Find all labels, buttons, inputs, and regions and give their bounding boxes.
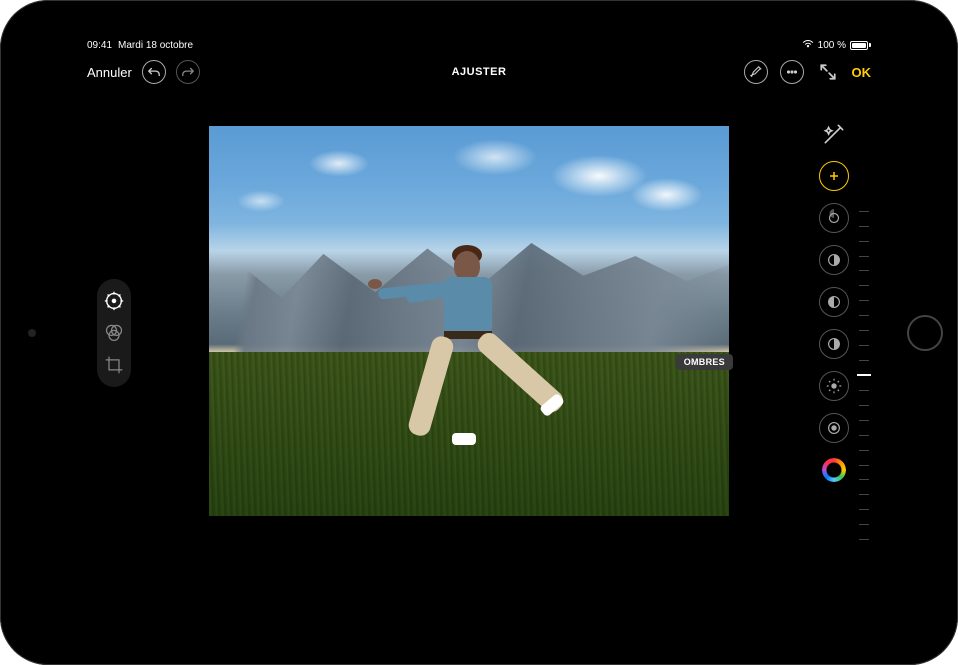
contrast-icon	[825, 335, 843, 353]
shadows-button[interactable]	[819, 287, 849, 317]
brilliance-icon	[825, 209, 843, 227]
more-button[interactable]	[780, 60, 804, 84]
crop-mode-button[interactable]	[100, 350, 128, 378]
brightness-button[interactable]	[819, 371, 849, 401]
brilliance-button[interactable]	[819, 203, 849, 233]
done-button[interactable]: OK	[852, 65, 872, 80]
photo-subject	[396, 243, 566, 463]
brightness-icon	[825, 377, 843, 395]
contrast-button[interactable]	[819, 329, 849, 359]
adjust-dial-icon	[103, 289, 125, 311]
mode-switcher	[97, 278, 131, 386]
status-date: Mardi 18 octobre	[118, 40, 193, 51]
blackpoint-icon	[825, 419, 843, 437]
fullscreen-icon	[819, 63, 837, 81]
crop-icon	[104, 354, 124, 374]
cancel-button[interactable]: Annuler	[87, 65, 132, 80]
saturation-button[interactable]	[819, 455, 849, 485]
editor-toolbar: Annuler AJUSTER OK	[79, 53, 879, 91]
exposure-icon	[826, 168, 842, 184]
adjustment-slider[interactable]	[857, 211, 871, 540]
adjust-mode-button[interactable]	[100, 286, 128, 314]
filters-icon	[104, 322, 124, 342]
highlights-icon	[825, 251, 843, 269]
battery-percent: 100 %	[818, 40, 846, 51]
ipad-device-frame: 09:41 Mardi 18 octobre 100 % Annuler	[0, 0, 958, 665]
wifi-icon	[802, 39, 814, 51]
mode-title: AJUSTER	[452, 66, 507, 78]
adjustment-list	[819, 119, 849, 485]
home-button[interactable]	[907, 315, 943, 351]
redo-icon	[181, 65, 195, 79]
editor-content: OMBRES	[79, 91, 879, 630]
more-icon	[785, 65, 799, 79]
front-camera	[28, 329, 36, 337]
black-point-button[interactable]	[819, 413, 849, 443]
redo-button[interactable]	[176, 60, 200, 84]
undo-icon	[147, 65, 161, 79]
exposure-button[interactable]	[819, 161, 849, 191]
markup-icon	[749, 65, 763, 79]
photo-sky	[209, 126, 729, 251]
highlights-button[interactable]	[819, 245, 849, 275]
shadows-icon	[825, 293, 843, 311]
status-bar: 09:41 Mardi 18 octobre 100 %	[79, 35, 879, 53]
fullscreen-button[interactable]	[816, 60, 840, 84]
battery-icon	[850, 41, 871, 50]
slider-indicator	[857, 374, 871, 376]
photo-canvas[interactable]: OMBRES	[209, 126, 729, 516]
markup-button[interactable]	[744, 60, 768, 84]
status-time: 09:41	[87, 40, 112, 51]
auto-enhance-button[interactable]	[819, 119, 849, 149]
saturation-icon	[822, 458, 846, 482]
filters-mode-button[interactable]	[100, 318, 128, 346]
wand-icon	[821, 121, 847, 147]
screen: 09:41 Mardi 18 octobre 100 % Annuler	[79, 35, 879, 630]
undo-button[interactable]	[142, 60, 166, 84]
adjustment-tooltip: OMBRES	[676, 354, 733, 370]
